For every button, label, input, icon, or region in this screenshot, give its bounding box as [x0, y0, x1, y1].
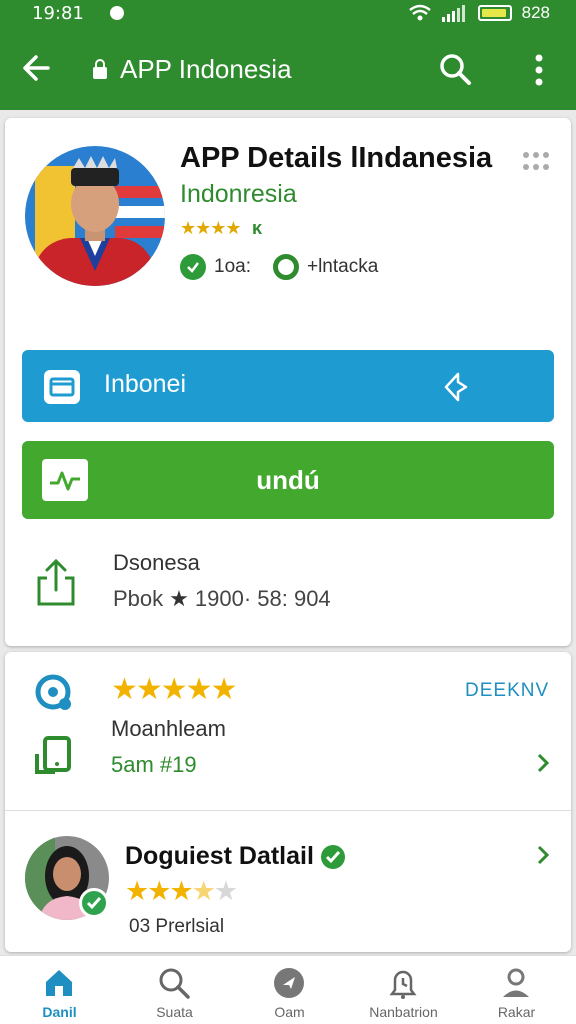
- nav-label: Suata: [156, 1004, 193, 1020]
- nav-label: Nanbatrion: [369, 1004, 438, 1020]
- developer-sub: 03 Prerlsial: [129, 916, 225, 937]
- app-rating-stars: ★★★★: [180, 218, 242, 238]
- share-meta-value: 1900· 58: 904: [194, 586, 331, 611]
- chevron-right-icon[interactable]: [535, 844, 551, 866]
- search-icon[interactable]: [438, 52, 472, 86]
- battery-icon: [477, 5, 512, 21]
- verified-check-icon: [180, 254, 206, 280]
- progress-ring-icon: [272, 254, 299, 280]
- nav-label: Danil: [42, 1004, 77, 1020]
- review-rating-stars: ★★★★★: [111, 673, 237, 706]
- divider: [5, 810, 571, 811]
- bottom-navigation: Danil Suata Oam Nanbatrion Rakar: [0, 955, 576, 1024]
- status-bar: 19:81 828: [0, 0, 576, 30]
- app-meta-left: 1oa:: [214, 256, 251, 277]
- back-arrow-icon[interactable]: [20, 52, 52, 84]
- share-title: Dsonesa: [113, 550, 200, 575]
- notification-icon: [389, 970, 417, 999]
- wifi-icon: [408, 4, 431, 21]
- verified-badge-icon: [79, 888, 109, 918]
- developer-title: Doguiest Datlail: [125, 842, 314, 870]
- status-time: 19:81: [32, 3, 84, 24]
- developer-title-row[interactable]: Doguiest Datlail: [125, 842, 346, 871]
- nav-label: Oam: [274, 1004, 305, 1020]
- window-icon: [44, 370, 80, 404]
- install-button-label: undú: [256, 465, 320, 495]
- settings-badge-icon: [35, 674, 71, 710]
- review-see-all-link[interactable]: DEEKNV: [465, 680, 549, 702]
- profile-icon: [503, 968, 529, 997]
- verified-check-icon: [320, 844, 345, 869]
- nav-label: Rakar: [497, 1004, 536, 1020]
- app-meta-right: +lntacka: [306, 256, 379, 277]
- search-icon: [159, 968, 190, 999]
- status-indicators: 828: [408, 3, 550, 23]
- app-icon: [25, 146, 165, 286]
- grid-dots-icon[interactable]: [521, 150, 551, 174]
- app-developer-link[interactable]: Indonresia: [180, 180, 297, 209]
- lock-icon: [93, 59, 107, 79]
- chevron-right-icon[interactable]: [535, 752, 551, 774]
- review-name: Moanhleam: [111, 716, 226, 741]
- rating-badge-icon: ᴋ: [252, 218, 263, 238]
- install-button[interactable]: undú: [22, 441, 554, 519]
- nav-search[interactable]: Suata: [117, 956, 232, 1024]
- open-button[interactable]: Inbonei: [22, 350, 554, 422]
- developer-rating-stars: ★★★★★: [125, 876, 238, 907]
- nav-notifications[interactable]: Nanbatrion: [346, 956, 461, 1024]
- compass-icon: [274, 968, 304, 998]
- star-half: ★: [191, 876, 216, 906]
- app-details-card: APP Details lIndanesia Indonresia ★★★★ ᴋ…: [5, 118, 571, 646]
- stars-filled: ★★★: [125, 876, 194, 906]
- star-empty: ★: [213, 876, 238, 906]
- phone-icon: [35, 736, 71, 774]
- launch-arrow-icon: [444, 372, 468, 402]
- home-icon: [46, 970, 72, 996]
- app-title: APP Details lIndanesia: [180, 142, 493, 174]
- reviews-card: ★★★★★ DEEKNV Moanhleam 5am #19 Doguiest …: [5, 652, 571, 952]
- nav-explore[interactable]: Oam: [232, 956, 347, 1024]
- toolbar-title: APP Indonesia: [120, 54, 292, 84]
- share-meta: Pbok ★ 1900· 58: 904: [113, 586, 331, 612]
- open-button-label: Inbonei: [104, 370, 187, 398]
- star-icon: ★: [169, 586, 189, 611]
- nav-home[interactable]: Danil: [2, 956, 117, 1024]
- review-sub: 5am #19: [111, 752, 197, 777]
- notification-dot-icon: [110, 6, 124, 20]
- app-meta-row: 1oa: +lntacka: [180, 254, 378, 280]
- battery-level: 828: [521, 3, 550, 22]
- nav-profile[interactable]: Rakar: [459, 956, 574, 1024]
- app-toolbar: APP Indonesia: [0, 30, 576, 110]
- share-icon[interactable]: [33, 558, 79, 608]
- signal-icon: [441, 5, 465, 22]
- share-meta-prefix: Pbok: [113, 586, 164, 611]
- more-options-icon[interactable]: [528, 52, 550, 88]
